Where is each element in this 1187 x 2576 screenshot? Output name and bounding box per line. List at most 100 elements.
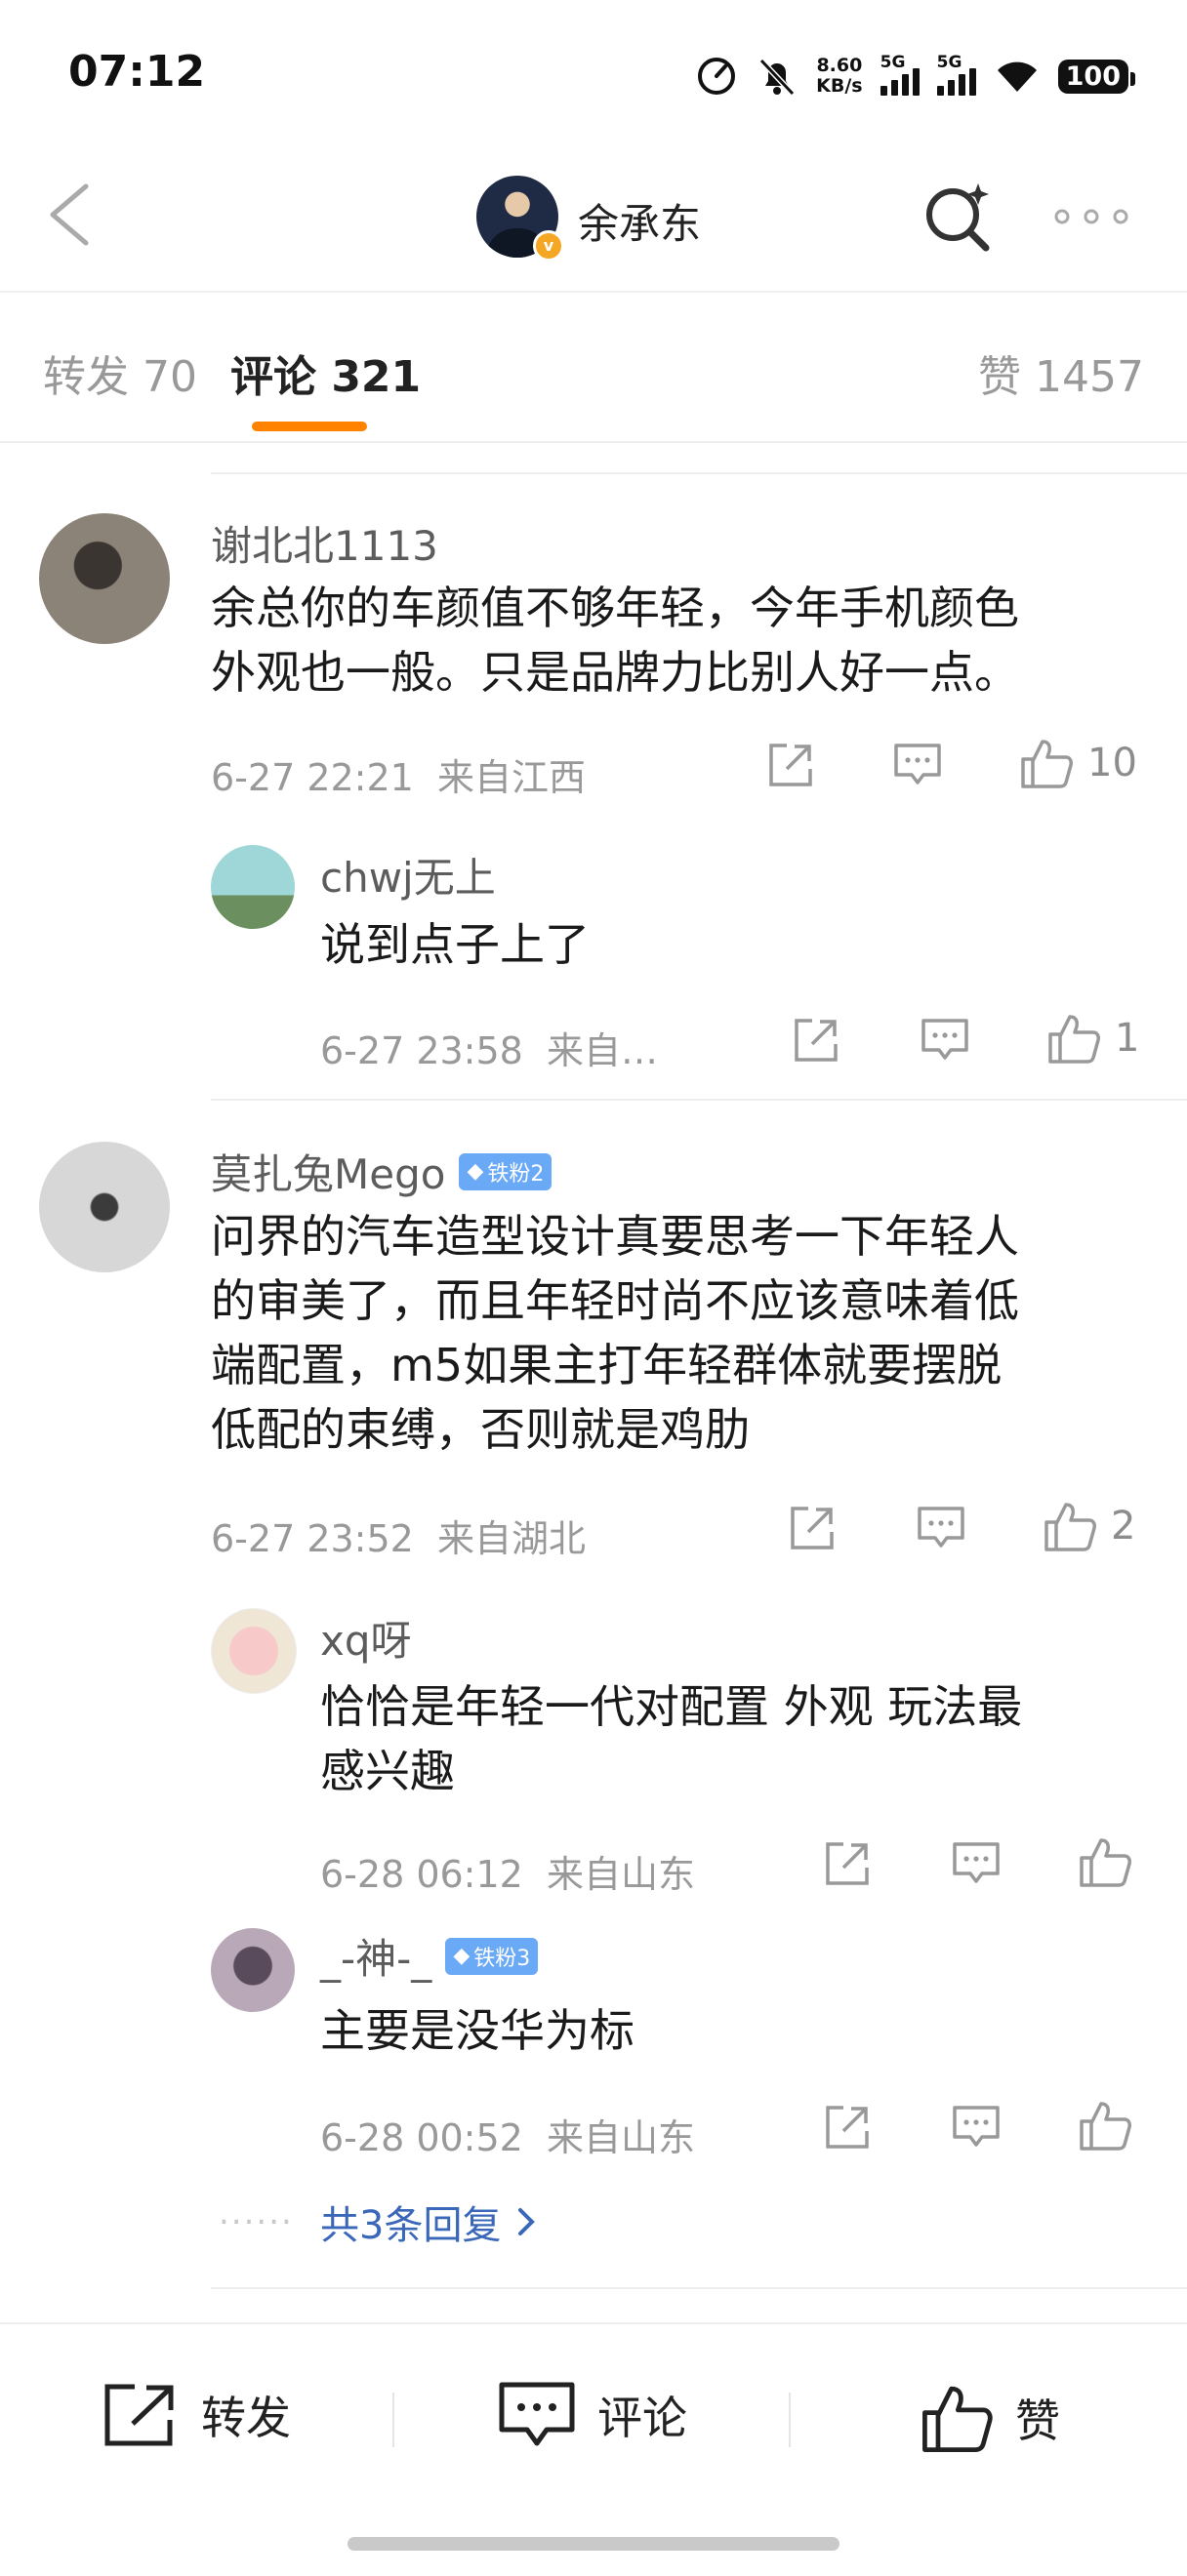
repost-button[interactable]: 转发	[102, 2381, 291, 2449]
tab-comments[interactable]: 评论 321	[230, 342, 421, 404]
comment-location: 来自江西	[437, 756, 587, 799]
reply-header: _-神-_ ◆ 铁粉3	[320, 1926, 539, 1986]
reply-location: 来自…	[547, 1029, 659, 1072]
reply-time: 6-28 00:52	[320, 2116, 523, 2159]
fan-badge: ◆ 铁粉3	[445, 1937, 539, 1975]
thumbs-up-icon[interactable]	[1078, 1834, 1132, 1889]
share-icon	[104, 2384, 174, 2446]
verified-badge-icon: v	[533, 230, 564, 262]
comment-text-line: 低配的束缚，否则就是鸡肋	[211, 1403, 750, 1456]
reply-username[interactable]: chwj无上	[320, 845, 496, 905]
tabs-divider	[0, 441, 1187, 443]
comment-username[interactable]: 谢北北1113	[211, 513, 438, 573]
search-icon[interactable]	[920, 178, 998, 256]
more-replies-dots: ......	[219, 2194, 294, 2233]
thumbs-up-icon[interactable]	[1046, 1011, 1101, 1066]
reply-text-line: 主要是没华为标	[320, 2004, 634, 2057]
comment-icon[interactable]	[951, 1840, 1002, 1887]
comment-icon[interactable]	[892, 742, 943, 788]
like-action[interactable]	[1078, 2098, 1132, 2153]
repost-label: 转发	[201, 2392, 291, 2444]
comment-icon[interactable]	[951, 2104, 1002, 2151]
thumbs-up-icon[interactable]	[1019, 736, 1074, 790]
chevron-left-icon[interactable]	[39, 181, 98, 249]
data-saver-icon	[698, 58, 736, 95]
reply-text: 恰恰是年轻一代对配置 外观 玩法最 感兴趣	[320, 1674, 1022, 1803]
diamond-icon: ◆	[467, 1159, 484, 1184]
thumbs-up-icon	[922, 2386, 993, 2452]
comment-time: 6-27 23:52	[211, 1517, 414, 1560]
net-speed: 8.60 KB/s	[816, 56, 862, 97]
thumbs-up-icon[interactable]	[1078, 2098, 1132, 2153]
comment-divider	[211, 1099, 1187, 1101]
avatar[interactable]	[211, 1928, 295, 2012]
like-count: 2	[1111, 1504, 1136, 1549]
signal-sim1: 5G	[880, 53, 920, 96]
comment-text: 问界的汽车造型设计真要思考一下年轻人 的审美了，而且年轻时尚不应该意味着低 端配…	[211, 1204, 1019, 1462]
reply-text-line: 恰恰是年轻一代对配置 外观 玩法最	[320, 1680, 1023, 1733]
like-action[interactable]: 2	[1043, 1499, 1135, 1553]
comment-text-line: 余总你的车颜值不够年轻，今年手机颜色	[211, 582, 1019, 634]
home-indicator[interactable]	[348, 2537, 839, 2551]
comment-time: 6-27 22:21	[211, 756, 414, 799]
battery-indicator: 100	[1057, 59, 1136, 94]
thumbs-up-icon[interactable]	[1043, 1499, 1097, 1553]
chevron-right-icon	[518, 2208, 536, 2235]
comment-header: 莫扎兔Mego ◆ 铁粉2	[211, 1142, 553, 1201]
comment-icon[interactable]	[916, 1505, 966, 1551]
avatar[interactable]	[211, 1608, 297, 1694]
comment-text-line: 问界的汽车造型设计真要思考一下年轻人	[211, 1210, 1019, 1263]
more-replies-label[interactable]: 共3条回复	[320, 2194, 501, 2250]
comment-label: 评论	[597, 2392, 687, 2444]
comment-divider	[211, 2287, 1187, 2289]
tab-active-indicator	[252, 422, 367, 431]
status-icons: 8.60 KB/s 5G 5G 100	[695, 49, 1136, 103]
tab-likes[interactable]: 赞 1457	[978, 342, 1144, 404]
avatar[interactable]	[211, 845, 295, 929]
tab-repost[interactable]: 转发 70	[43, 342, 197, 404]
like-action[interactable]	[1078, 1834, 1132, 1889]
more-replies-link[interactable]: 共3条回复	[320, 2194, 538, 2250]
comment-meta: 6-27 23:52 来自湖北	[211, 1509, 586, 1562]
reply-text: 说到点子上了	[320, 912, 590, 977]
nav-divider	[0, 291, 1187, 293]
sim1-label: 5G	[880, 53, 906, 72]
share-icon[interactable]	[765, 740, 816, 790]
list-top-divider	[211, 472, 1187, 474]
avatar[interactable]	[39, 513, 170, 644]
reply-location: 来自山东	[547, 2116, 696, 2159]
status-time: 07:12	[68, 47, 206, 97]
net-speed-value: 8.60	[816, 55, 863, 76]
reply-location: 来自山东	[547, 1853, 696, 1896]
comment-text: 余总你的车颜值不够年轻，今年手机颜色 外观也一般。只是品牌力比别人好一点。	[211, 576, 1019, 704]
comment-meta: 6-27 22:21 来自江西	[211, 747, 586, 801]
comment-username[interactable]: 莫扎兔Mego	[211, 1142, 445, 1201]
diamond-icon: ◆	[453, 1944, 471, 1968]
comment-text-line: 的审美了，而且年轻时尚不应该意味着低	[211, 1274, 1019, 1327]
comment-button[interactable]: 评论	[498, 2381, 687, 2449]
share-icon[interactable]	[822, 1838, 873, 1889]
comment-icon[interactable]	[920, 1017, 970, 1064]
reply-meta: 6-27 23:58 来自…	[320, 1021, 658, 1074]
reply-time: 6-27 23:58	[320, 1029, 523, 1072]
bar-separator	[789, 2393, 791, 2447]
like-action[interactable]: 1	[1046, 1011, 1139, 1066]
avatar[interactable]	[39, 1142, 170, 1272]
reply-username[interactable]: xq呀	[320, 1608, 412, 1668]
comment-icon	[499, 2382, 575, 2446]
page-title[interactable]: 余承东	[578, 191, 701, 251]
bell-muted-icon	[758, 58, 796, 97]
share-icon[interactable]	[787, 1503, 838, 1553]
like-action[interactable]: 10	[1019, 736, 1137, 790]
comment-location: 来自湖北	[437, 1517, 587, 1560]
fan-badge-label: 铁粉3	[473, 1946, 531, 1971]
more-dots-icon[interactable]	[1052, 207, 1130, 226]
share-icon[interactable]	[791, 1015, 841, 1066]
reply-username[interactable]: _-神-_	[320, 1926, 431, 1986]
reply-meta: 6-28 06:12 来自山东	[320, 1844, 695, 1898]
wifi-icon	[997, 61, 1037, 92]
net-speed-unit: KB/s	[816, 75, 863, 97]
share-icon[interactable]	[822, 2102, 873, 2153]
like-button[interactable]: 赞	[920, 2381, 1060, 2455]
like-count: 10	[1087, 741, 1137, 785]
